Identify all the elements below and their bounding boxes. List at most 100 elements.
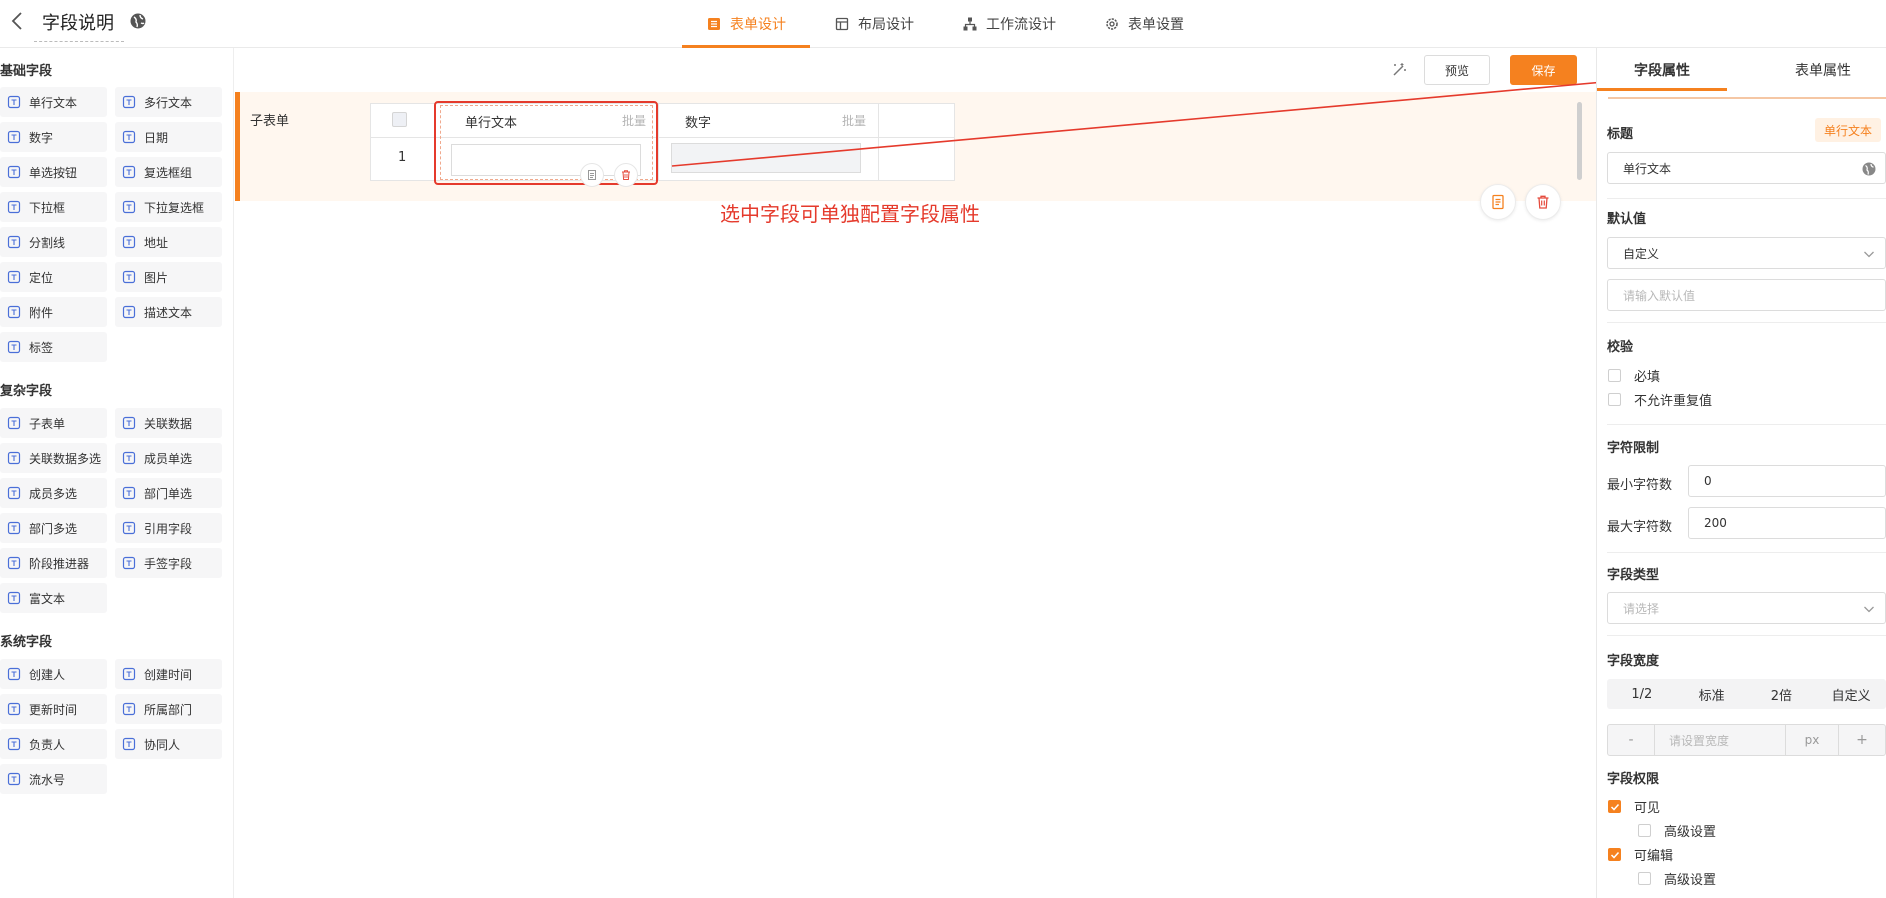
main-tabs: 表单设计 布局设计 工作流设计 表单设置	[682, 0, 1208, 48]
palette-field[interactable]: 数字	[0, 122, 107, 152]
complex-fields-title: 复杂字段	[0, 384, 53, 399]
palette-field[interactable]: 分割线	[0, 227, 107, 257]
delete-subform-icon[interactable]	[1525, 184, 1561, 220]
palette-field[interactable]: 图片	[115, 262, 222, 292]
workflow-icon	[962, 16, 978, 32]
text-cell-input[interactable]	[451, 144, 641, 176]
editable-advanced-checkbox[interactable]	[1638, 872, 1651, 885]
unique-option[interactable]: 不允许重复值	[1608, 390, 1712, 409]
visible-checkbox[interactable]	[1608, 800, 1621, 813]
unique-checkbox[interactable]	[1608, 393, 1621, 406]
canvas-scrollbar[interactable]	[1577, 102, 1582, 180]
default-value-input[interactable]: 请输入默认值	[1607, 279, 1886, 311]
save-button[interactable]: 保存	[1510, 55, 1577, 85]
palette-field[interactable]: 定位	[0, 262, 107, 292]
column-title-number[interactable]: 数字	[685, 112, 711, 131]
tab-layout-design[interactable]: 布局设计	[810, 0, 938, 48]
number-cell-input[interactable]	[671, 143, 861, 173]
tab-workflow-design[interactable]: 工作流设计	[938, 0, 1080, 48]
required-checkbox[interactable]	[1608, 369, 1621, 382]
editable-checkbox[interactable]	[1608, 848, 1621, 861]
palette-field[interactable]: 关联数据	[115, 408, 222, 438]
palette-field[interactable]: 流水号	[0, 764, 107, 794]
globe-icon[interactable]	[129, 12, 147, 30]
palette-field[interactable]: 单选按钮	[0, 157, 107, 187]
field-type-select[interactable]: 请选择	[1607, 592, 1886, 624]
required-option[interactable]: 必填	[1608, 366, 1660, 385]
copy-subform-icon[interactable]	[1480, 184, 1516, 220]
visible-advanced-label: 高级设置	[1664, 825, 1717, 840]
palette-field[interactable]: 创建人	[0, 659, 107, 689]
palette-field[interactable]: 富文本	[0, 583, 107, 613]
width-custom-option[interactable]: 自定义	[1816, 679, 1886, 709]
linked-multi-icon	[7, 451, 21, 465]
palette-field[interactable]: 引用字段	[115, 513, 222, 543]
batch-link[interactable]: 批量	[842, 112, 866, 129]
palette-field[interactable]: 部门多选	[0, 513, 107, 543]
palette-field[interactable]: 多行文本	[115, 87, 222, 117]
palette-field-label: 分割线	[29, 235, 66, 250]
palette-field[interactable]: 标签	[0, 332, 107, 362]
back-arrow-icon[interactable]	[8, 10, 32, 34]
description-icon	[122, 305, 136, 319]
palette-field[interactable]: 下拉框	[0, 192, 107, 222]
palette-field-label: 图片	[144, 270, 169, 285]
visible-option[interactable]: 可见	[1608, 797, 1660, 816]
text-box-icon	[7, 95, 21, 109]
palette-field[interactable]: 下拉复选框	[115, 192, 222, 222]
palette-field[interactable]: 阶段推进器	[0, 548, 107, 578]
section-divider	[1607, 322, 1886, 323]
tab-label: 布局设计	[858, 17, 914, 33]
tab-divider	[1727, 97, 1886, 99]
palette-field[interactable]: 成员多选	[0, 478, 107, 508]
palette-field[interactable]: 附件	[0, 297, 107, 327]
default-type-select[interactable]: 自定义	[1607, 237, 1886, 269]
palette-field[interactable]: 协同人	[115, 729, 222, 759]
tab-form-properties[interactable]: 表单属性	[1760, 48, 1886, 92]
palette-field[interactable]: 子表单	[0, 408, 107, 438]
palette-field[interactable]: 单行文本	[0, 87, 107, 117]
copy-icon[interactable]	[580, 163, 604, 187]
globe-icon[interactable]	[1861, 161, 1877, 177]
visible-advanced-option[interactable]: 高级设置	[1638, 821, 1716, 840]
clock-icon	[122, 667, 136, 681]
tab-form-settings[interactable]: 表单设置	[1080, 0, 1208, 48]
select-all-checkbox[interactable]	[392, 112, 407, 127]
preview-button[interactable]: 预览	[1424, 55, 1490, 85]
palette-field[interactable]: 部门单选	[115, 478, 222, 508]
department-icon	[122, 702, 136, 716]
palette-field[interactable]: 负责人	[0, 729, 107, 759]
editable-advanced-option[interactable]: 高级设置	[1638, 869, 1716, 888]
palette-field-label: 创建人	[29, 667, 66, 682]
palette-field[interactable]: 所属部门	[115, 694, 222, 724]
palette-field[interactable]: 日期	[115, 122, 222, 152]
title-input[interactable]: 单行文本	[1607, 152, 1886, 184]
palette-field-label: 创建时间	[144, 667, 193, 682]
palette-field[interactable]: 成员单选	[115, 443, 222, 473]
palette-field[interactable]: 描述文本	[115, 297, 222, 327]
palette-field[interactable]: 创建时间	[115, 659, 222, 689]
width-decrease-button[interactable]: -	[1608, 725, 1654, 755]
palette-field[interactable]: 关联数据多选	[0, 443, 107, 473]
tab-form-design[interactable]: 表单设计	[682, 0, 810, 48]
min-chars-input[interactable]: 0	[1688, 465, 1886, 497]
palette-field[interactable]: 更新时间	[0, 694, 107, 724]
max-chars-input[interactable]: 200	[1688, 507, 1886, 539]
palette-field[interactable]: 手签字段	[115, 548, 222, 578]
width-double-option[interactable]: 2倍	[1747, 679, 1817, 709]
column-title-text[interactable]: 单行文本	[465, 112, 517, 131]
tab-field-properties[interactable]: 字段属性	[1597, 48, 1727, 92]
palette-field[interactable]: 复选框组	[115, 157, 222, 187]
validation-section-label: 校验	[1607, 340, 1634, 355]
visible-advanced-checkbox[interactable]	[1638, 824, 1651, 837]
editable-option[interactable]: 可编辑	[1608, 845, 1673, 864]
width-half-option[interactable]: 1/2	[1607, 679, 1677, 709]
page-title[interactable]: 字段说明	[34, 9, 124, 42]
trash-icon[interactable]	[614, 163, 638, 187]
batch-link[interactable]: 批量	[622, 112, 646, 129]
magic-wand-icon[interactable]	[1390, 61, 1408, 79]
width-standard-option[interactable]: 标准	[1677, 679, 1747, 709]
width-input[interactable]: 请设置宽度	[1654, 725, 1786, 755]
width-increase-button[interactable]: +	[1839, 725, 1885, 755]
palette-field[interactable]: 地址	[115, 227, 222, 257]
